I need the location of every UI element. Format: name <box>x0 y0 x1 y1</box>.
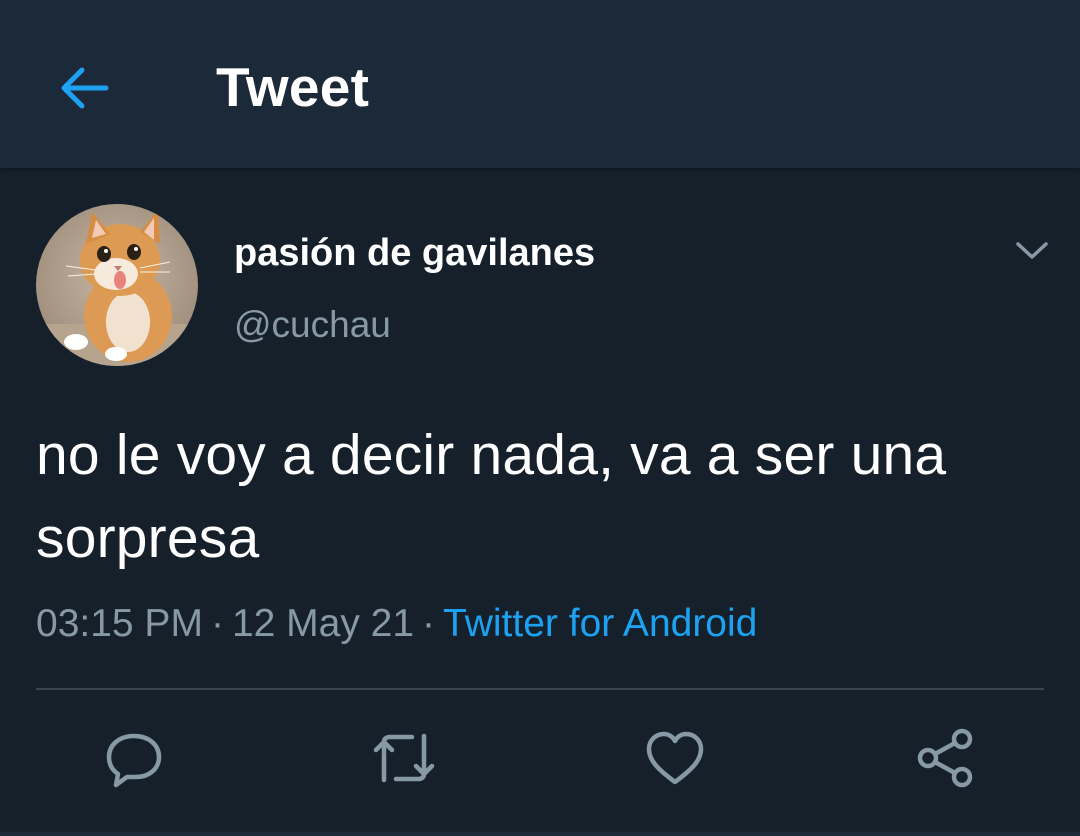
page-title: Tweet <box>216 56 370 118</box>
tweet-source-link[interactable]: Twitter for Android <box>443 602 757 645</box>
share-button[interactable] <box>909 722 981 794</box>
share-icon <box>917 728 973 788</box>
back-button[interactable] <box>48 52 120 124</box>
tweet-metadata: 03:15 PM · 12 May 21 · Twitter for Android <box>36 598 757 650</box>
bottom-border <box>0 832 1080 836</box>
retweet-icon <box>373 733 435 783</box>
tweet-options-button[interactable] <box>1006 226 1058 274</box>
chevron-down-icon <box>1016 242 1048 259</box>
retweet-button[interactable] <box>368 722 440 794</box>
author-handle[interactable]: @cuchau <box>234 303 391 347</box>
meta-separator: · <box>422 602 436 645</box>
reply-button[interactable] <box>98 722 170 794</box>
top-app-bar: Tweet <box>0 0 1080 168</box>
author-display-name[interactable]: pasión de gavilanes <box>234 230 595 276</box>
heart-icon <box>646 731 704 785</box>
avatar[interactable] <box>36 204 198 366</box>
tweet-date: 12 May 21 <box>231 602 415 645</box>
comment-icon <box>106 733 162 788</box>
meta-separator: · <box>210 602 224 645</box>
cat-avatar-image <box>36 204 198 366</box>
like-button[interactable] <box>639 722 711 794</box>
tweet-time: 03:15 PM <box>36 602 203 645</box>
arrow-left-icon <box>61 67 109 109</box>
tweet-text: no le voy a decir nada, va a ser una sor… <box>36 423 947 570</box>
divider <box>36 688 1044 690</box>
